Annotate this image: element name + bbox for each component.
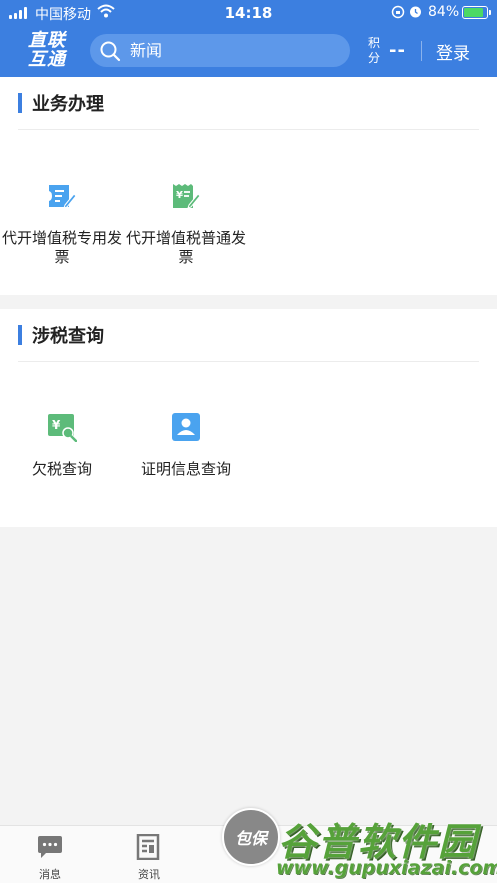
section-title-text: 业务办理 [32, 94, 104, 115]
certificate-icon [172, 413, 200, 441]
search-icon [100, 41, 121, 62]
news-icon [136, 834, 160, 860]
section-tax-query: 涉税查询 ¥ 欠税查询 证明信息查询 [0, 309, 497, 527]
search-input[interactable] [130, 34, 330, 67]
tile-tax-arrears-query[interactable]: ¥ 欠税查询 [0, 412, 124, 522]
tile-label: 欠税查询 [31, 460, 92, 478]
invoice-general-icon: ¥ [173, 184, 201, 209]
nav-label: 消息 [39, 868, 61, 881]
nav-messages[interactable]: 消息 [19, 834, 79, 882]
tile-label: 证明信息查询 [140, 460, 231, 478]
tile-certificate-query[interactable]: 证明信息查询 [124, 412, 248, 522]
nav-news[interactable]: 资讯 [118, 834, 178, 882]
section-title: 业务办理 [18, 92, 104, 115]
tile-general-invoice[interactable]: ¥ 代开增值税普通发票 [124, 181, 248, 291]
section-title: 涉税查询 [18, 324, 104, 347]
points-value[interactable]: -- [389, 40, 406, 61]
search-bar[interactable] [90, 34, 350, 67]
rotation-lock-icon [391, 5, 405, 19]
tile-label: 代开增值税专用发票 [1, 229, 122, 266]
tax-search-icon: ¥ [48, 414, 77, 442]
app-logo: 直联 互通 [28, 30, 66, 70]
invoice-special-icon [49, 185, 77, 209]
top-bar: 中国移动 14:18 84% 直联 互通 积分 -- 登录 [0, 0, 497, 77]
section-accent-bar [18, 325, 22, 345]
status-bar: 中国移动 14:18 84% [0, 0, 497, 26]
nav-label: 资讯 [138, 868, 160, 881]
points-label: 积分 [368, 36, 381, 65]
section-title-text: 涉税查询 [32, 326, 104, 347]
battery-percent: 84% [428, 4, 460, 20]
section-business: 业务办理 代开增值税专用发票 ¥ 代开增值税普通发票 [0, 77, 497, 295]
watermark-url: www.gupuxiazai.com [276, 857, 497, 879]
tile-special-invoice[interactable]: 代开增值税专用发票 [0, 181, 124, 291]
section-divider [18, 129, 479, 130]
section-accent-bar [18, 93, 22, 113]
svg-text:¥: ¥ [52, 418, 61, 432]
section-divider [18, 361, 479, 362]
battery-icon [462, 6, 491, 19]
watermark: 谷普软件园 www.gupuxiazai.com [272, 805, 497, 883]
login-button[interactable]: 登录 [436, 39, 470, 64]
svg-text:¥: ¥ [176, 190, 183, 201]
header-divider [421, 41, 422, 61]
message-icon [38, 836, 62, 858]
alarm-icon [410, 6, 421, 18]
tile-label: 代开增值税普通发票 [125, 229, 246, 266]
